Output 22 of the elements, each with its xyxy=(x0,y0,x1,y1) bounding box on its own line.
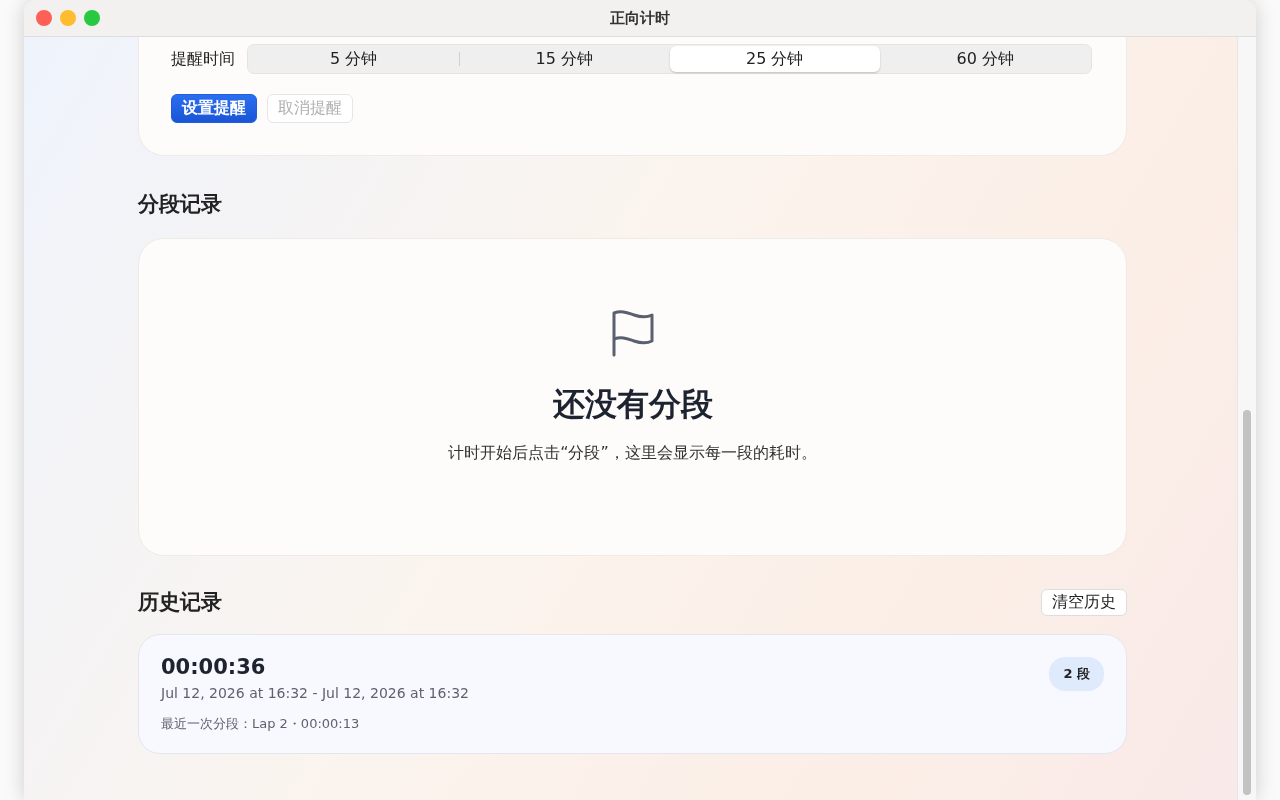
reminder-label: 提醒时间 xyxy=(171,48,235,70)
duration-option[interactable]: 25 分钟 xyxy=(670,46,880,72)
time-range-text: Jul 12, 2026 at 16:32 - Jul 12, 2026 at 16:32 xyxy=(161,685,469,701)
set-reminder-button[interactable]: 设置提醒 xyxy=(171,94,257,123)
window-title: 正向计时 xyxy=(610,8,670,28)
flag-icon xyxy=(610,309,655,357)
close-button[interactable] xyxy=(36,10,52,26)
scroll-thumb[interactable] xyxy=(1243,410,1251,795)
duration-option[interactable]: 15 分钟 xyxy=(459,46,669,72)
scrollbar[interactable] xyxy=(1237,37,1256,800)
last-lap-text: 最近一次分段：Lap 2・00:00:13 xyxy=(161,715,361,733)
duration-option[interactable]: 60 分钟 xyxy=(880,46,1090,72)
lap-count-badge: 2 段 xyxy=(1049,657,1104,691)
section-title: 分段记录 xyxy=(138,191,222,218)
empty-title: 还没有分段 xyxy=(552,384,713,425)
minimize-button[interactable] xyxy=(60,10,76,26)
section-title: 历史记录 xyxy=(138,589,222,616)
duration-option[interactable]: 5 分钟 xyxy=(249,46,459,72)
clear-history-button[interactable]: 清空历史 xyxy=(1041,588,1127,616)
zoom-button[interactable] xyxy=(84,10,100,26)
empty-description: 计时开始后点击“分段”，这里会显示每一段的耗时。 xyxy=(448,443,817,464)
duration-text: 00:00:36 xyxy=(161,655,267,679)
